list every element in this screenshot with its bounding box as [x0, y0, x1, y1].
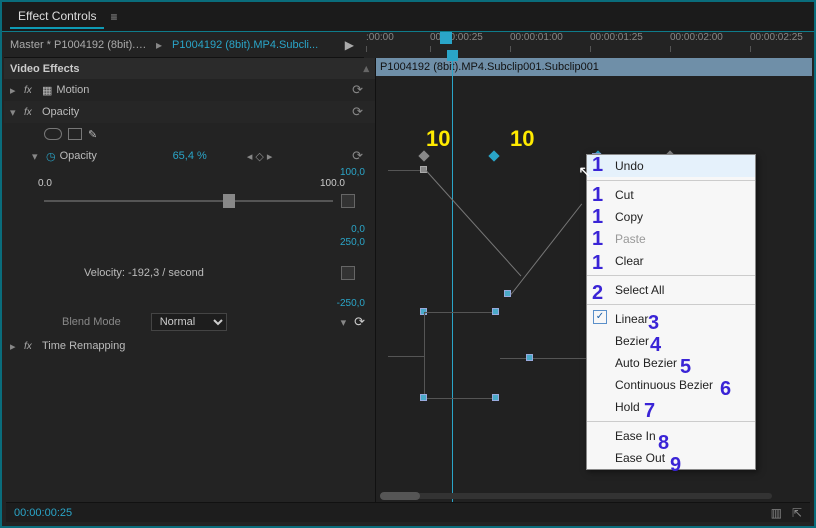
stopwatch-icon[interactable]: ◷	[46, 150, 56, 163]
timecode[interactable]: 00:00:00:25	[14, 507, 72, 519]
opacity-mask-tools: ✎	[4, 123, 375, 145]
expand-icon[interactable]: ▾	[32, 150, 42, 163]
motion-row[interactable]: ▸ fx ▦ Motion ⟳	[4, 79, 375, 101]
clip-bar[interactable]: P1004192 (8bit).MP4.Subclip001.Subclip00…	[376, 58, 812, 76]
reset-icon[interactable]: ⟳	[352, 82, 363, 98]
ruler-tick: :00:00	[366, 32, 394, 43]
velocity-text: Velocity: -192,3 / second	[84, 267, 204, 279]
time-remapping-label: Time Remapping	[42, 340, 125, 352]
ellipse-mask-icon[interactable]	[44, 128, 62, 140]
menu-bezier[interactable]: Bezier	[587, 330, 755, 352]
menu-undo[interactable]: Undo	[587, 155, 755, 177]
blend-mode-label: Blend Mode	[62, 316, 121, 328]
fx-icon: fx	[24, 107, 38, 118]
ruler-tick: 00:00:02:25	[750, 32, 803, 43]
fx-icon: fx	[24, 341, 38, 352]
master-clip-label[interactable]: Master * P1004192 (8bit).MP...	[10, 39, 150, 51]
menu-ease-in[interactable]: Ease In	[587, 425, 755, 447]
graph-bottom-label: 0,0	[4, 224, 375, 235]
blend-mode-row: Blend Mode Normal ▾ ⟳	[4, 309, 375, 335]
fx-icon: fx	[24, 85, 38, 96]
velocity-row: Velocity: -192,3 / second	[4, 248, 375, 298]
playhead[interactable]	[452, 58, 453, 502]
menu-select-all[interactable]: Select All	[587, 279, 755, 301]
reset-icon[interactable]: ⟳	[354, 314, 365, 330]
asset-clip-label[interactable]: P1004192 (8bit).MP4.Subcli...	[172, 39, 318, 51]
opacity-label: Opacity	[42, 106, 79, 118]
pen-mask-icon[interactable]: ✎	[88, 128, 97, 141]
opacity-row[interactable]: ▾ fx Opacity ⟳	[4, 101, 375, 123]
panel-titlebar: Effect Controls ≡	[2, 2, 814, 32]
expand-icon[interactable]: ▸	[10, 84, 20, 97]
panel-tab[interactable]: Effect Controls	[10, 5, 104, 29]
graph-top-label: 100,0	[4, 167, 375, 178]
context-menu: Undo Cut Copy Paste Clear Select All ✓Li…	[586, 154, 756, 470]
menu-ease-out[interactable]: Ease Out	[587, 447, 755, 469]
reset-icon[interactable]: ⟳	[352, 104, 363, 120]
menu-auto-bezier[interactable]: Auto Bezier	[587, 352, 755, 374]
effects-tree: Video Effects ▴ ▸ fx ▦ Motion ⟳ ▾ fx Opa…	[4, 58, 376, 502]
dropdown-icon: ▾	[341, 316, 347, 329]
ruler-tick: 00:00:00:25	[430, 32, 483, 43]
menu-clear[interactable]: Clear	[587, 250, 755, 272]
keyframe[interactable]	[488, 150, 499, 161]
opacity-slider[interactable]	[44, 200, 333, 202]
slider-min: 0.0	[38, 178, 52, 189]
menu-paste: Paste	[587, 228, 755, 250]
vel-point[interactable]	[526, 354, 533, 361]
ruler-tick: 00:00:01:25	[590, 32, 643, 43]
menu-linear[interactable]: ✓Linear	[587, 308, 755, 330]
vel-point[interactable]	[492, 394, 499, 401]
slider-max: 100.0	[320, 178, 345, 189]
expand-icon[interactable]: ▸	[10, 340, 20, 353]
ruler-tick: 00:00:02:00	[670, 32, 723, 43]
expand-icon[interactable]: ▾	[10, 106, 20, 119]
timeline-scrollbar[interactable]	[376, 490, 812, 502]
velocity-toggle[interactable]	[341, 266, 355, 280]
menu-copy[interactable]: Copy	[587, 206, 755, 228]
slider-thumb[interactable]	[223, 194, 235, 208]
menu-hold[interactable]: Hold	[587, 396, 755, 418]
check-icon: ✓	[593, 310, 607, 324]
keyframe[interactable]	[418, 150, 429, 161]
time-remapping-row[interactable]: ▸ fx Time Remapping	[4, 335, 375, 357]
video-effects-header[interactable]: Video Effects ▴	[4, 58, 375, 79]
menu-cut[interactable]: Cut	[587, 184, 755, 206]
ruler-tick: 00:00:01:00	[510, 32, 563, 43]
video-effects-label: Video Effects	[10, 63, 80, 75]
panel-menu-icon[interactable]: ≡	[110, 10, 117, 24]
sub-header: Master * P1004192 (8bit).MP... ▸ P100419…	[4, 32, 812, 58]
zoom-icon[interactable]: ▥	[771, 506, 782, 520]
opacity-slider-row: 0.0 100.0	[4, 178, 375, 224]
playhead-marker[interactable]	[440, 32, 452, 44]
menu-continuous-bezier[interactable]: Continuous Bezier	[587, 374, 755, 396]
play-icon[interactable]: ▶	[345, 38, 354, 52]
rect-mask-icon[interactable]	[68, 128, 82, 140]
vel-point[interactable]	[420, 394, 427, 401]
motion-label: Motion	[56, 84, 89, 96]
keyframe-nav[interactable]: ◂ ◇ ▸	[247, 150, 273, 163]
export-icon[interactable]: ⇱	[792, 506, 802, 520]
vel-top-label: 250,0	[4, 237, 375, 248]
opacity-value[interactable]: 65,4 %	[173, 150, 207, 162]
vel-point[interactable]	[492, 308, 499, 315]
slider-toggle[interactable]	[341, 194, 355, 208]
vel-bottom-label: -250,0	[4, 298, 375, 309]
reset-icon[interactable]: ⟳	[352, 148, 363, 164]
opacity-prop-label: Opacity	[60, 150, 97, 162]
blend-mode-select[interactable]: Normal	[151, 313, 227, 331]
collapse-icon[interactable]: ▴	[363, 62, 369, 75]
footer: 00:00:00:25 ▥ ⇱	[6, 502, 810, 522]
opacity-property-row[interactable]: ▾ ◷ Opacity 65,4 % ◂ ◇ ▸ ⟳	[4, 145, 375, 167]
time-ruler[interactable]: :00:00 00:00:00:25 00:00:01:00 00:00:01:…	[364, 32, 812, 58]
